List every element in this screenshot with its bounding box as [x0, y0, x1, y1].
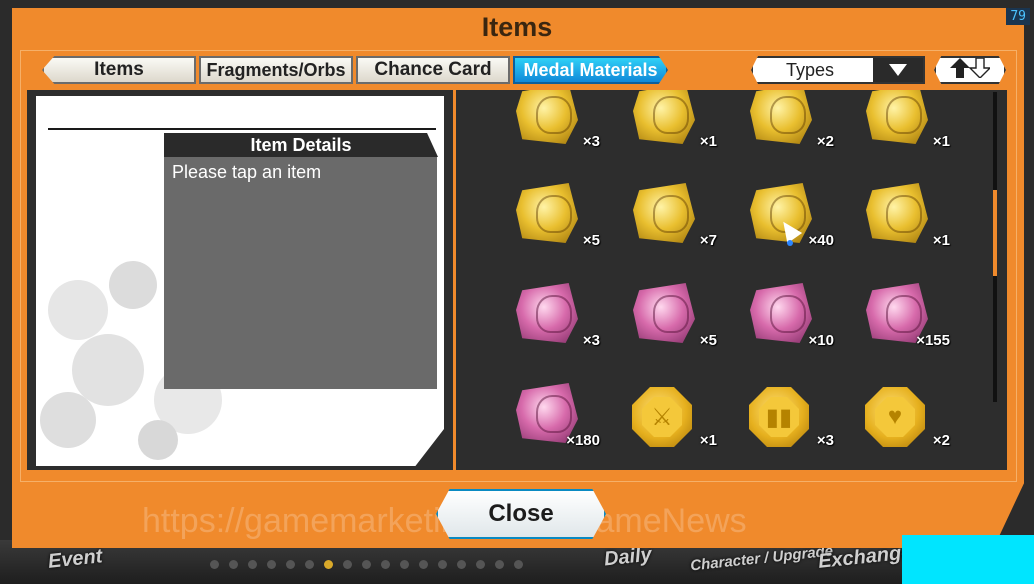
medal-item[interactable]: ×3	[510, 283, 610, 363]
medal-item[interactable]: ×155	[860, 283, 960, 363]
tab-fragments-orbs[interactable]: Fragments/Orbs	[199, 56, 353, 84]
medal-item[interactable]: ×1	[860, 90, 960, 164]
armor-icon: ▮▮	[759, 397, 799, 437]
item-quantity: ×3	[582, 133, 600, 150]
tab-items[interactable]: Items	[42, 56, 196, 84]
item-quantity: ×3	[816, 432, 834, 449]
medal-item[interactable]: ×2	[744, 90, 844, 164]
close-button[interactable]: Close	[436, 489, 606, 539]
item-quantity: ×1	[699, 432, 717, 449]
medal-grid: ×3 ×1 ×2 ×1 ×5 ×7 ×40 ×1 ×3 ×5 ×10 ×155 …	[457, 90, 1002, 465]
scrollbar-thumb[interactable]	[993, 190, 997, 276]
triangle-down-icon	[873, 58, 923, 82]
fps-counter: 79	[1006, 8, 1030, 25]
medal-item[interactable]: ×1	[860, 183, 960, 263]
tab-medal-materials[interactable]: Medal Materials	[513, 56, 668, 84]
heart-token-item[interactable]: ♥ ×2	[860, 383, 960, 463]
page-dots	[210, 560, 523, 569]
sword-token-item[interactable]: ⚔ ×1	[627, 383, 727, 463]
item-quantity: ×7	[699, 232, 717, 249]
item-quantity: ×10	[808, 332, 834, 349]
item-quantity: ×2	[816, 133, 834, 150]
medal-item[interactable]: ×1	[627, 90, 727, 164]
dialog-title: Items	[481, 12, 553, 42]
item-quantity: ×5	[582, 232, 600, 249]
tab-chance-card[interactable]: Chance Card	[356, 56, 510, 84]
item-quantity: ×1	[699, 133, 717, 150]
heart-icon: ♥	[875, 397, 915, 437]
item-quantity: ×5	[699, 332, 717, 349]
medal-item[interactable]: ×180	[510, 383, 610, 463]
panel-divider	[453, 90, 456, 470]
item-details-panel	[164, 157, 437, 389]
item-details-header: Item Details	[164, 133, 438, 157]
item-quantity: ×180	[566, 432, 600, 449]
item-quantity: ×1	[932, 232, 950, 249]
item-quantity: ×3	[582, 332, 600, 349]
item-quantity: ×40	[808, 232, 834, 249]
medal-item[interactable]: ×10	[744, 283, 844, 363]
sort-order-button[interactable]	[934, 56, 1006, 84]
divider-line	[48, 128, 436, 130]
item-quantity: ×2	[932, 432, 950, 449]
medal-item[interactable]: ×5	[627, 283, 727, 363]
item-details-prompt: Please tap an item	[172, 162, 322, 182]
medal-item[interactable]: ×5	[510, 183, 610, 263]
types-dropdown[interactable]: Types	[751, 56, 925, 84]
medal-item[interactable]: ×7	[627, 183, 727, 263]
item-quantity: ×155	[916, 332, 950, 349]
cursor-dot	[787, 240, 793, 246]
sword-icon: ⚔	[642, 397, 682, 437]
medal-item[interactable]: ×3	[510, 90, 610, 164]
armor-token-item[interactable]: ▮▮ ×3	[744, 383, 844, 463]
item-quantity: ×1	[932, 133, 950, 150]
overlay-box	[902, 535, 1034, 584]
types-label: Types	[786, 59, 835, 80]
up-down-arrows-icon	[950, 56, 992, 83]
